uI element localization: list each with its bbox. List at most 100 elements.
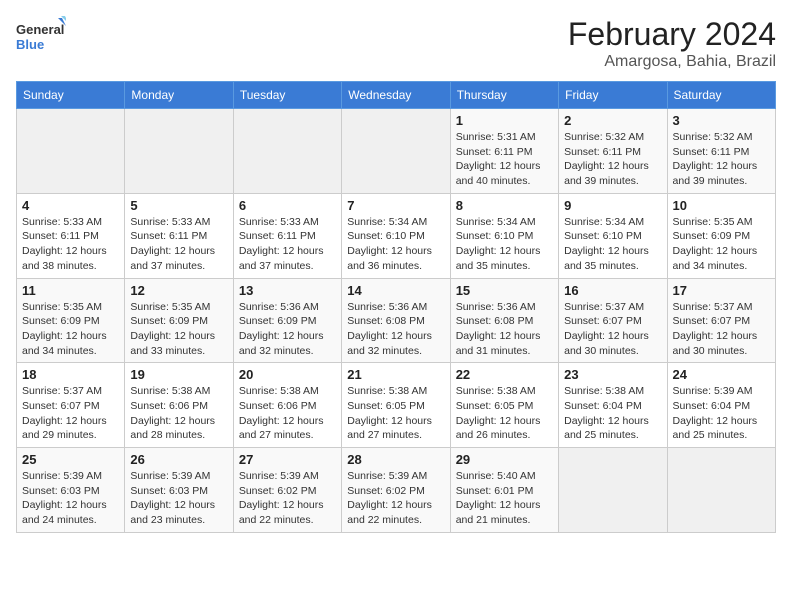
day-info: Sunrise: 5:39 AMSunset: 6:03 PMDaylight:… <box>130 469 227 528</box>
calendar-day-cell: 15 Sunrise: 5:36 AMSunset: 6:08 PMDayligh… <box>450 278 558 363</box>
day-number: 21 <box>347 367 444 382</box>
day-info: Sunrise: 5:39 AMSunset: 6:02 PMDaylight:… <box>239 469 336 528</box>
calendar-day-cell <box>667 448 775 533</box>
calendar-day-cell: 29 Sunrise: 5:40 AMSunset: 6:01 PMDayligh… <box>450 448 558 533</box>
logo-svg: General Blue <box>16 16 66 56</box>
day-info: Sunrise: 5:33 AMSunset: 6:11 PMDaylight:… <box>130 215 227 274</box>
day-number: 17 <box>673 283 770 298</box>
calendar-day-cell: 12 Sunrise: 5:35 AMSunset: 6:09 PMDayligh… <box>125 278 233 363</box>
calendar-day-header: Tuesday <box>233 82 341 109</box>
day-number: 5 <box>130 198 227 213</box>
calendar-week-row: 4 Sunrise: 5:33 AMSunset: 6:11 PMDaylight… <box>17 193 776 278</box>
calendar-day-header: Monday <box>125 82 233 109</box>
logo: General Blue <box>16 16 66 56</box>
day-number: 19 <box>130 367 227 382</box>
calendar-day-cell: 5 Sunrise: 5:33 AMSunset: 6:11 PMDaylight… <box>125 193 233 278</box>
day-info: Sunrise: 5:38 AMSunset: 6:04 PMDaylight:… <box>564 384 661 443</box>
calendar-day-cell: 13 Sunrise: 5:36 AMSunset: 6:09 PMDayligh… <box>233 278 341 363</box>
day-info: Sunrise: 5:35 AMSunset: 6:09 PMDaylight:… <box>22 300 119 359</box>
calendar-day-header: Friday <box>559 82 667 109</box>
day-number: 15 <box>456 283 553 298</box>
calendar-day-cell: 24 Sunrise: 5:39 AMSunset: 6:04 PMDayligh… <box>667 363 775 448</box>
day-info: Sunrise: 5:36 AMSunset: 6:08 PMDaylight:… <box>456 300 553 359</box>
calendar-day-cell: 23 Sunrise: 5:38 AMSunset: 6:04 PMDayligh… <box>559 363 667 448</box>
day-info: Sunrise: 5:40 AMSunset: 6:01 PMDaylight:… <box>456 469 553 528</box>
day-info: Sunrise: 5:34 AMSunset: 6:10 PMDaylight:… <box>564 215 661 274</box>
day-info: Sunrise: 5:37 AMSunset: 6:07 PMDaylight:… <box>22 384 119 443</box>
day-number: 8 <box>456 198 553 213</box>
calendar-day-cell: 22 Sunrise: 5:38 AMSunset: 6:05 PMDayligh… <box>450 363 558 448</box>
calendar-day-cell: 7 Sunrise: 5:34 AMSunset: 6:10 PMDaylight… <box>342 193 450 278</box>
day-number: 10 <box>673 198 770 213</box>
day-info: Sunrise: 5:35 AMSunset: 6:09 PMDaylight:… <box>130 300 227 359</box>
calendar-day-header: Thursday <box>450 82 558 109</box>
calendar-day-cell: 19 Sunrise: 5:38 AMSunset: 6:06 PMDayligh… <box>125 363 233 448</box>
calendar-day-cell: 18 Sunrise: 5:37 AMSunset: 6:07 PMDayligh… <box>17 363 125 448</box>
day-number: 20 <box>239 367 336 382</box>
calendar-day-cell: 27 Sunrise: 5:39 AMSunset: 6:02 PMDayligh… <box>233 448 341 533</box>
calendar-header: SundayMondayTuesdayWednesdayThursdayFrid… <box>17 82 776 109</box>
calendar-day-header: Sunday <box>17 82 125 109</box>
calendar-week-row: 11Sunrise: 5:35 AMSunset: 6:09 PMDayligh… <box>17 278 776 363</box>
day-info: Sunrise: 5:37 AMSunset: 6:07 PMDaylight:… <box>564 300 661 359</box>
day-number: 6 <box>239 198 336 213</box>
day-number: 2 <box>564 113 661 128</box>
day-number: 22 <box>456 367 553 382</box>
calendar-day-cell: 4Sunrise: 5:33 AMSunset: 6:11 PMDaylight… <box>17 193 125 278</box>
day-info: Sunrise: 5:34 AMSunset: 6:10 PMDaylight:… <box>347 215 444 274</box>
calendar-day-header: Saturday <box>667 82 775 109</box>
day-info: Sunrise: 5:38 AMSunset: 6:05 PMDaylight:… <box>347 384 444 443</box>
day-info: Sunrise: 5:35 AMSunset: 6:09 PMDaylight:… <box>673 215 770 274</box>
title-area: February 2024 Amargosa, Bahia, Brazil <box>568 16 776 71</box>
header: General Blue February 2024 Amargosa, Bah… <box>16 16 776 71</box>
day-info: Sunrise: 5:39 AMSunset: 6:04 PMDaylight:… <box>673 384 770 443</box>
calendar-day-cell <box>125 109 233 194</box>
calendar-day-cell: 14Sunrise: 5:36 AMSunset: 6:08 PMDayligh… <box>342 278 450 363</box>
day-info: Sunrise: 5:38 AMSunset: 6:06 PMDaylight:… <box>239 384 336 443</box>
day-number: 12 <box>130 283 227 298</box>
day-number: 16 <box>564 283 661 298</box>
calendar-week-row: 18 Sunrise: 5:37 AMSunset: 6:07 PMDayligh… <box>17 363 776 448</box>
day-info: Sunrise: 5:39 AMSunset: 6:03 PMDaylight:… <box>22 469 119 528</box>
page-title: February 2024 <box>568 16 776 53</box>
day-number: 27 <box>239 452 336 467</box>
day-number: 4 <box>22 198 119 213</box>
day-number: 18 <box>22 367 119 382</box>
page-subtitle: Amargosa, Bahia, Brazil <box>568 53 776 71</box>
calendar-day-cell: 21 Sunrise: 5:38 AMSunset: 6:05 PMDayligh… <box>342 363 450 448</box>
day-number: 7 <box>347 198 444 213</box>
calendar-body: 1Sunrise: 5:31 AMSunset: 6:11 PMDaylight… <box>17 109 776 533</box>
day-number: 23 <box>564 367 661 382</box>
day-number: 13 <box>239 283 336 298</box>
calendar-day-cell <box>342 109 450 194</box>
calendar-day-cell: 17 Sunrise: 5:37 AMSunset: 6:07 PMDayligh… <box>667 278 775 363</box>
day-info: Sunrise: 5:36 AMSunset: 6:09 PMDaylight:… <box>239 300 336 359</box>
day-number: 3 <box>673 113 770 128</box>
day-info: Sunrise: 5:32 AMSunset: 6:11 PMDaylight:… <box>564 130 661 189</box>
day-number: 24 <box>673 367 770 382</box>
day-number: 29 <box>456 452 553 467</box>
calendar-day-cell: 28Sunrise: 5:39 AMSunset: 6:02 PMDayligh… <box>342 448 450 533</box>
calendar-day-cell: 1Sunrise: 5:31 AMSunset: 6:11 PMDaylight… <box>450 109 558 194</box>
day-info: Sunrise: 5:37 AMSunset: 6:07 PMDaylight:… <box>673 300 770 359</box>
day-number: 25 <box>22 452 119 467</box>
day-info: Sunrise: 5:31 AMSunset: 6:11 PMDaylight:… <box>456 130 553 189</box>
calendar-day-cell: 11Sunrise: 5:35 AMSunset: 6:09 PMDayligh… <box>17 278 125 363</box>
calendar-day-cell: 26Sunrise: 5:39 AMSunset: 6:03 PMDayligh… <box>125 448 233 533</box>
calendar-day-cell: 3Sunrise: 5:32 AMSunset: 6:11 PMDaylight… <box>667 109 775 194</box>
calendar-day-cell <box>559 448 667 533</box>
day-info: Sunrise: 5:36 AMSunset: 6:08 PMDaylight:… <box>347 300 444 359</box>
calendar-table: SundayMondayTuesdayWednesdayThursdayFrid… <box>16 81 776 533</box>
calendar-week-row: 1Sunrise: 5:31 AMSunset: 6:11 PMDaylight… <box>17 109 776 194</box>
calendar-day-cell <box>233 109 341 194</box>
day-info: Sunrise: 5:38 AMSunset: 6:06 PMDaylight:… <box>130 384 227 443</box>
svg-text:Blue: Blue <box>16 37 44 52</box>
day-info: Sunrise: 5:38 AMSunset: 6:05 PMDaylight:… <box>456 384 553 443</box>
calendar-day-cell: 8Sunrise: 5:34 AMSunset: 6:10 PMDaylight… <box>450 193 558 278</box>
calendar-day-cell: 16 Sunrise: 5:37 AMSunset: 6:07 PMDayligh… <box>559 278 667 363</box>
calendar-day-cell: 25 Sunrise: 5:39 AMSunset: 6:03 PMDayligh… <box>17 448 125 533</box>
day-number: 9 <box>564 198 661 213</box>
calendar-week-row: 25 Sunrise: 5:39 AMSunset: 6:03 PMDayligh… <box>17 448 776 533</box>
calendar-day-cell: 6Sunrise: 5:33 AMSunset: 6:11 PMDaylight… <box>233 193 341 278</box>
calendar-day-cell: 2 Sunrise: 5:32 AMSunset: 6:11 PMDaylight… <box>559 109 667 194</box>
